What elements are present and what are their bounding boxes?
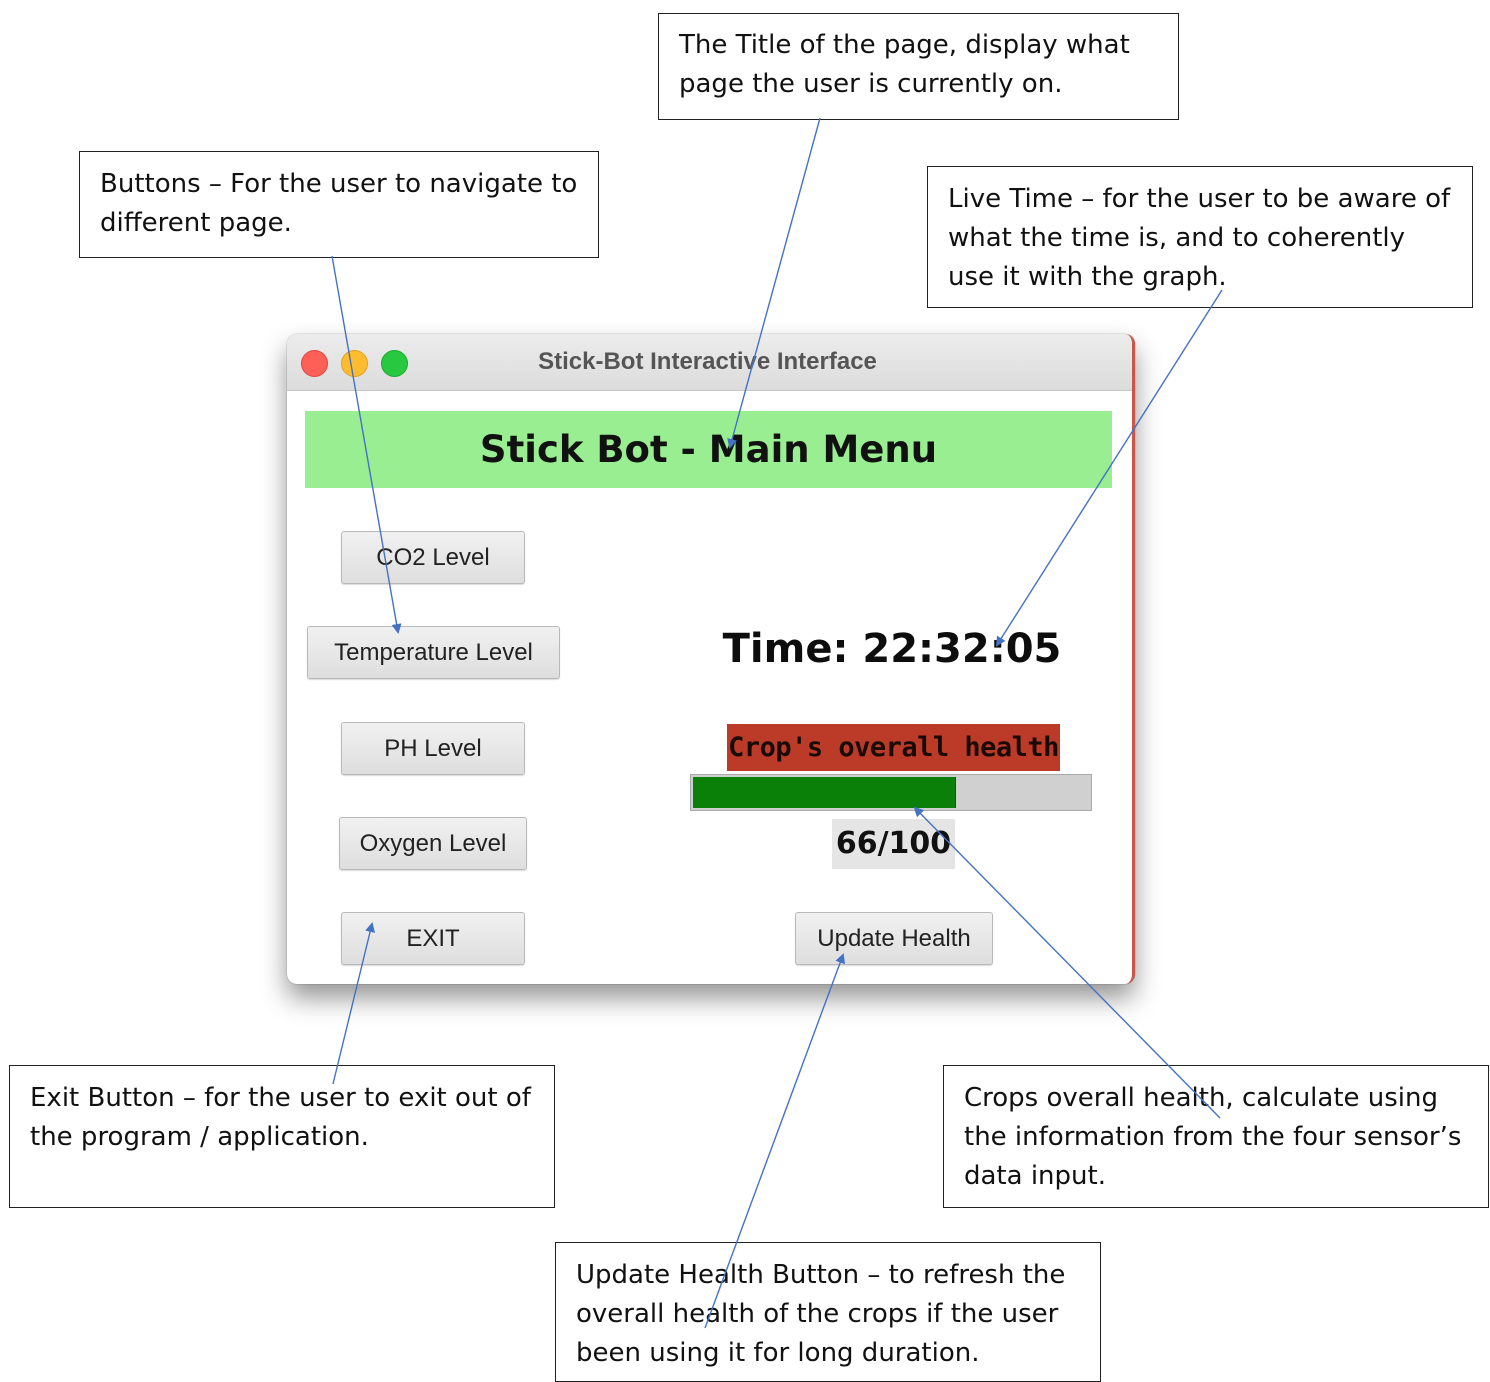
update-health-button[interactable]: Update Health [795,912,993,965]
annotation-title: The Title of the page, display what page… [658,13,1179,120]
crop-health-score: 66/100 [832,819,955,869]
crop-health-label: Crop's overall health [727,724,1060,771]
live-time-label: Time: 22:32:05 [722,626,1062,672]
crop-health-progress-bar [690,774,1092,811]
ph-level-button[interactable]: PH Level [341,722,525,775]
page-title: Stick Bot - Main Menu [305,411,1112,488]
annotation-buttons: Buttons – For the user to navigate to di… [79,151,599,258]
crop-health-progress-fill [693,777,956,808]
window-titlebar[interactable]: Stick-Bot Interactive Interface [287,334,1132,391]
annotation-crops-health: Crops overall health, calculate using th… [943,1065,1489,1208]
temperature-level-button[interactable]: Temperature Level [307,626,560,679]
app-window: Stick-Bot Interactive Interface Stick Bo… [287,334,1135,984]
annotation-live-time: Live Time – for the user to be aware of … [927,166,1473,308]
annotation-exit: Exit Button – for the user to exit out o… [9,1065,555,1208]
window-title-text: Stick-Bot Interactive Interface [538,348,877,375]
co2-level-button[interactable]: CO2 Level [341,531,525,584]
annotation-update-health: Update Health Button – to refresh the ov… [555,1242,1101,1382]
exit-button[interactable]: EXIT [341,912,525,965]
oxygen-level-button[interactable]: Oxygen Level [339,817,527,870]
window-title: Stick-Bot Interactive Interface [287,348,1132,376]
